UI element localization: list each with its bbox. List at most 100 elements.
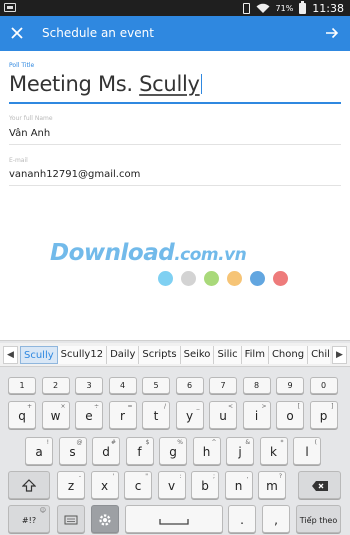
- key-x-alt-label: ': [112, 473, 115, 480]
- key-x[interactable]: x ': [90, 471, 119, 499]
- battery-icon: [299, 0, 307, 14]
- key-2[interactable]: 2: [41, 377, 70, 394]
- watermark-dot: [273, 271, 288, 286]
- key-4-label: 4: [119, 381, 126, 390]
- shift-key[interactable]: [8, 471, 50, 499]
- key-w[interactable]: w ×: [41, 401, 70, 429]
- close-icon[interactable]: [9, 25, 25, 41]
- key-n-label: n: [234, 479, 243, 493]
- key-i[interactable]: i >: [242, 401, 271, 429]
- key-6[interactable]: 6: [175, 377, 204, 394]
- text-cursor: [200, 74, 202, 94]
- key-l[interactable]: l(: [293, 437, 321, 465]
- key-h[interactable]: h ^: [192, 437, 221, 465]
- suggestion-item[interactable]: Chong: [268, 346, 309, 364]
- watermark-dot: [250, 271, 265, 286]
- suggestion-item[interactable]: Film: [241, 346, 269, 364]
- clock: 11:38: [312, 1, 344, 15]
- key-r-alt-label: =: [127, 403, 133, 410]
- full-name-field[interactable]: Vân Anh: [9, 128, 341, 145]
- suggestion-left-icon[interactable]: ◀: [3, 346, 18, 364]
- key-z-label: z: [67, 479, 75, 493]
- key-5-label: 5: [153, 381, 159, 390]
- settings-key[interactable]: [91, 505, 119, 533]
- gear-icon: [99, 514, 111, 526]
- email-field[interactable]: vananh12791@gmail.com: [9, 169, 341, 186]
- key-m[interactable]: m?: [258, 471, 286, 499]
- key-o[interactable]: o[: [276, 401, 304, 429]
- key-b-alt-label: ;: [212, 473, 215, 480]
- key-k-alt-label: *: [280, 439, 284, 446]
- suggestion-right-icon[interactable]: ▶: [332, 346, 347, 364]
- key-q[interactable]: q +: [8, 401, 36, 429]
- email-label: E-mail: [9, 157, 28, 164]
- clipboard-key[interactable]: [57, 505, 85, 533]
- key-k[interactable]: k *: [259, 437, 288, 465]
- next-key[interactable]: Tiếp theo: [296, 505, 341, 533]
- key-z[interactable]: z-: [57, 471, 85, 499]
- keyboard-icon: [64, 515, 78, 525]
- key-w-alt-label: ×: [60, 403, 66, 410]
- suggestion-item[interactable]: Seiko: [180, 346, 215, 364]
- suggestion-item[interactable]: Scully: [20, 346, 58, 364]
- space-key[interactable]: [125, 505, 223, 533]
- key-s[interactable]: s @: [58, 437, 87, 465]
- key-b[interactable]: b;: [191, 471, 219, 499]
- key-8[interactable]: 8: [242, 377, 271, 394]
- key-1[interactable]: 1: [8, 377, 36, 394]
- poll-title-input[interactable]: Meeting Ms. Scully: [9, 72, 341, 104]
- key-y[interactable]: y _: [175, 401, 204, 429]
- key-m-alt-label: ?: [278, 473, 282, 480]
- app-bar: Schedule an event: [0, 16, 350, 51]
- key-n[interactable]: n,: [224, 471, 253, 499]
- key-i-alt-label: >: [261, 403, 267, 410]
- comma-key[interactable]: ,: [262, 505, 290, 533]
- key-u[interactable]: u <: [209, 401, 237, 429]
- key-m-label: m: [266, 479, 278, 493]
- key-c-label: c: [134, 479, 142, 493]
- key-p[interactable]: p]: [309, 401, 338, 429]
- key-r[interactable]: r =: [108, 401, 137, 429]
- key-e-label: e: [85, 409, 93, 423]
- key-j-alt-label: &: [245, 439, 250, 446]
- key-a[interactable]: a!: [25, 437, 53, 465]
- suggestion-item[interactable]: Chile: [308, 346, 330, 364]
- key-u-label: u: [219, 409, 227, 423]
- key-l-alt-label: (: [314, 439, 317, 446]
- suggestion-item[interactable]: Scully12: [57, 346, 108, 364]
- key-4[interactable]: 4: [108, 377, 137, 394]
- key-p-alt-label: ]: [331, 403, 334, 410]
- key-q-label: q: [18, 409, 26, 423]
- key-g[interactable]: g%: [159, 437, 187, 465]
- suggestion-item[interactable]: Scripts: [139, 346, 181, 364]
- key-f[interactable]: f $: [125, 437, 154, 465]
- key-e[interactable]: e ÷: [75, 401, 103, 429]
- key-j[interactable]: j &: [226, 437, 254, 465]
- key-g-label: g: [169, 445, 177, 459]
- backspace-key[interactable]: [298, 471, 341, 499]
- key-8-label: 8: [253, 381, 260, 390]
- watermark-logo: Download.com.vn: [50, 240, 247, 266]
- suggestion-list: Scully Scully12 Daily Scripts Seiko Silic Film…: [20, 346, 330, 364]
- key-c[interactable]: c ": [124, 471, 152, 499]
- key-5[interactable]: 5: [142, 377, 170, 394]
- key-7[interactable]: 7: [209, 377, 237, 394]
- key-0[interactable]: 0: [309, 377, 338, 394]
- suggestion-item[interactable]: Silic: [214, 346, 242, 364]
- key-d[interactable]: d #: [92, 437, 120, 465]
- key-n-alt-label: ,: [246, 473, 249, 480]
- key-v[interactable]: v:: [157, 471, 186, 499]
- key-3-label: 3: [86, 381, 92, 390]
- key-o-alt-label: [: [297, 403, 300, 410]
- watermark-dot: [227, 271, 242, 286]
- key-3[interactable]: 3: [75, 377, 103, 394]
- key-9[interactable]: 9: [276, 377, 304, 394]
- key-s-alt-label: @: [76, 439, 83, 446]
- status-bar: 71% 11:38: [0, 0, 350, 16]
- symbols-key[interactable]: #!? ☺: [8, 505, 50, 533]
- key-t[interactable]: t /: [142, 401, 170, 429]
- period-key[interactable]: .: [228, 505, 256, 533]
- key-9-label: 9: [287, 381, 293, 390]
- arrow-right-icon[interactable]: [324, 25, 340, 41]
- suggestion-item[interactable]: Daily: [107, 346, 140, 364]
